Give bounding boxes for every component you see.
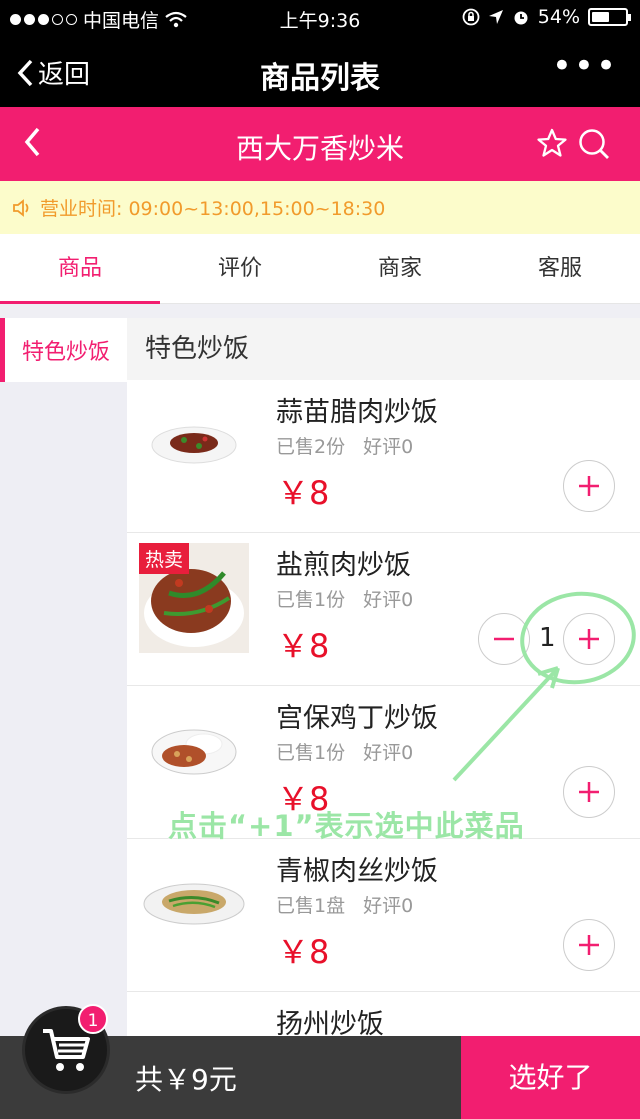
more-button[interactable]: ••• [552, 46, 618, 86]
cart-icon [43, 1029, 90, 1071]
dish-image [143, 883, 245, 925]
list-item: 蒜苗腊肉炒饭 已售2份 好评0 ￥8 [127, 380, 640, 533]
product-name: 青椒肉丝炒饭 [276, 856, 438, 887]
tab-reviews[interactable]: 评价 [160, 234, 320, 303]
alarm-icon [514, 11, 528, 25]
battery-icon [588, 8, 631, 26]
category-sidebar: 特色炒饭 [0, 318, 127, 1038]
category-title: 特色炒饭 [127, 318, 640, 380]
rating-count: 好评0 [363, 742, 414, 764]
list-item: 扬州炒饭 [127, 992, 640, 1038]
product-name: 盐煎肉炒饭 [276, 550, 411, 581]
favorite-button[interactable] [536, 127, 568, 163]
rating-count: 好评0 [363, 895, 414, 917]
sold-count: 已售1份 [276, 589, 346, 611]
business-hours-text: 营业时间: 09:00~13:00,15:00~18:30 [40, 198, 386, 220]
tab-bar: 商品 评价 商家 客服 [0, 234, 640, 304]
product-meta: 已售1份 好评0 [276, 738, 413, 765]
product-name: 蒜苗腊肉炒饭 [276, 397, 438, 428]
product-meta: 已售1盘 好评0 [276, 891, 413, 918]
battery-percent: 54% [537, 6, 580, 28]
list-item: 青椒肉丝炒饭 已售1盘 好评0 ￥8 [127, 839, 640, 992]
rating-count: 好评0 [363, 589, 414, 611]
annotation-arrow [452, 591, 636, 782]
sold-count: 已售2份 [276, 436, 346, 458]
product-price: ￥8 [277, 627, 330, 665]
cart-count-badge: 1 [78, 1004, 108, 1034]
sidebar-item-specialty-fried-rice[interactable]: 特色炒饭 [0, 318, 127, 382]
plus-icon [579, 935, 599, 955]
nav-bar: 返回 商品列表 ••• [0, 36, 640, 107]
plus-icon [579, 476, 599, 496]
product-price: ￥8 [277, 474, 330, 512]
sold-count: 已售1份 [276, 742, 346, 764]
battery-fill [592, 12, 610, 22]
hot-badge: 热卖 [139, 543, 190, 574]
star-icon [537, 128, 567, 157]
rating-count: 好评0 [363, 436, 414, 458]
status-bar: 中国电信 上午9:36 54% [0, 0, 640, 36]
sold-count: 已售1盘 [276, 895, 346, 917]
rotation-lock-icon [462, 8, 480, 26]
product-name: 扬州炒饭 [276, 1009, 384, 1038]
page-title: 商品列表 [260, 61, 380, 96]
speaker-icon [13, 198, 29, 217]
product-price: ￥8 [277, 933, 330, 971]
tab-service[interactable]: 客服 [480, 234, 640, 303]
search-icon [579, 129, 609, 159]
product-name: 宫保鸡丁炒饭 [276, 703, 438, 734]
tab-products[interactable]: 商品 [0, 234, 160, 304]
add-button[interactable] [563, 460, 615, 512]
location-icon [488, 10, 503, 24]
search-button[interactable] [577, 127, 611, 165]
divider [0, 304, 640, 318]
annotation-text: 点击“+1”表示选中此菜品 [168, 809, 525, 843]
status-right: 54% [462, 6, 631, 28]
cart-total: 共￥9元 [135, 1063, 237, 1096]
add-button[interactable] [563, 919, 615, 971]
business-hours-notice: 营业时间: 09:00~13:00,15:00~18:30 [0, 181, 640, 234]
tab-merchant[interactable]: 商家 [320, 234, 480, 303]
product-meta: 已售2份 好评0 [276, 432, 413, 459]
shop-header: 西大万香炒米 [0, 107, 640, 181]
dish-image [151, 729, 237, 775]
dish-image [151, 426, 237, 464]
confirm-button[interactable]: 选好了 [461, 1036, 640, 1119]
product-meta: 已售1份 好评0 [276, 585, 413, 612]
